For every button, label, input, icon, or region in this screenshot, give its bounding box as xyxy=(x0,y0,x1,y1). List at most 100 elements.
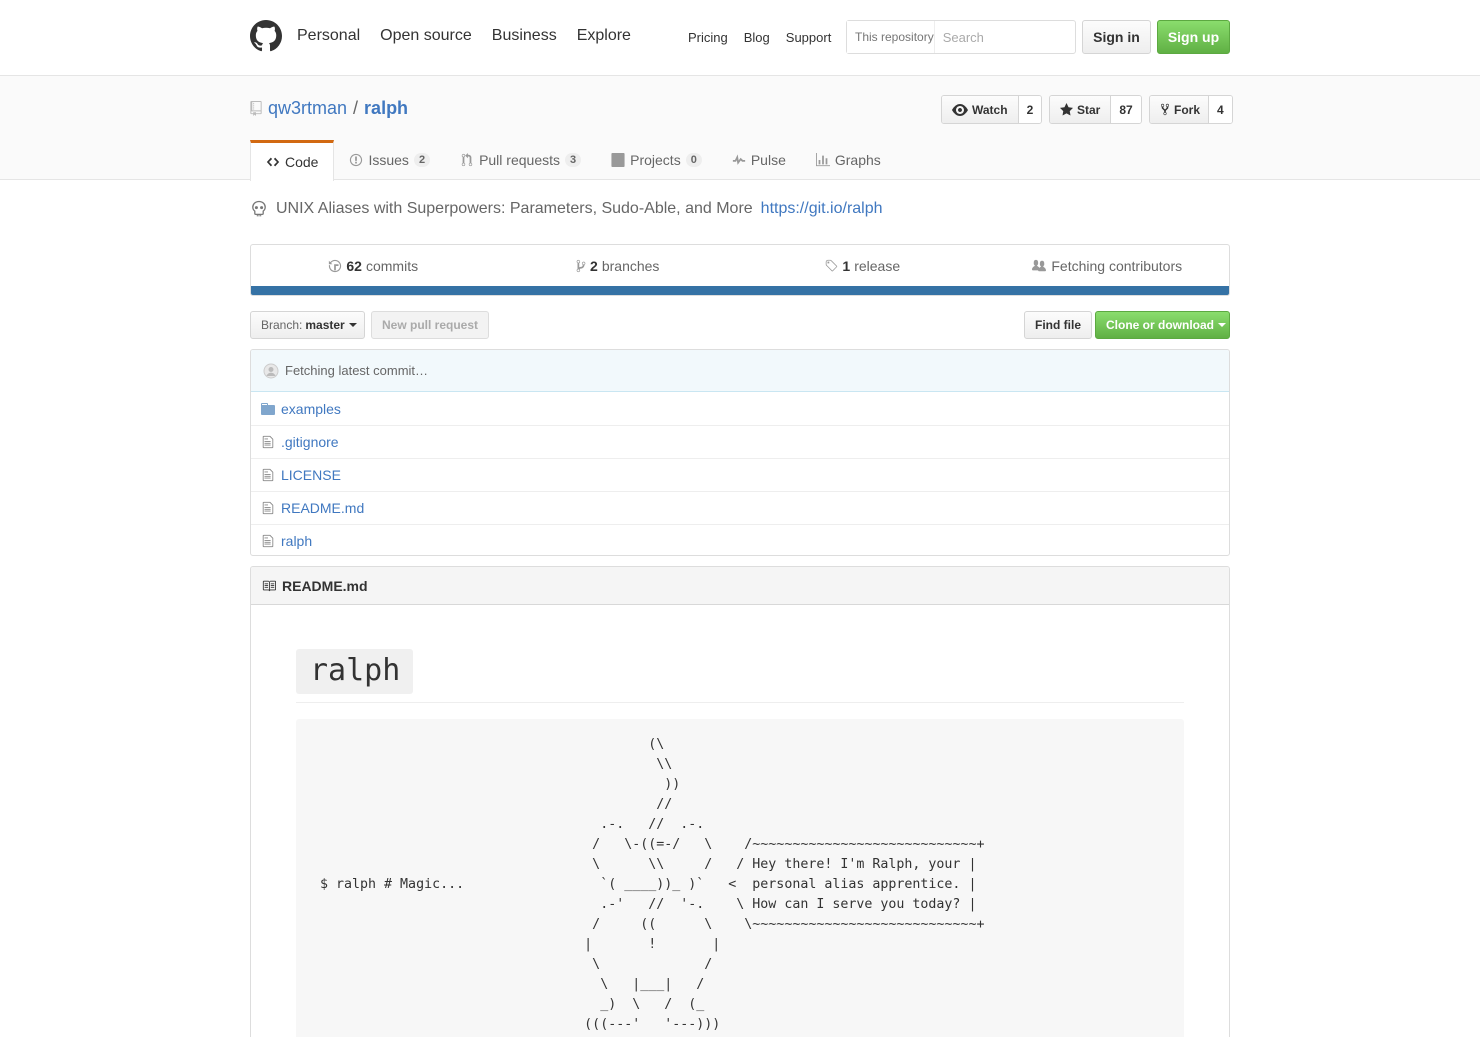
commits-label: commits xyxy=(365,258,419,274)
find-file-button[interactable]: Find file xyxy=(1024,311,1092,339)
tab-code[interactable]: Code xyxy=(250,140,335,181)
watch-label: Watch xyxy=(972,102,1008,117)
watch-count[interactable]: 2 xyxy=(1018,96,1042,123)
commit-tease: Fetching latest commit… xyxy=(251,350,1229,392)
folder-icon xyxy=(261,402,275,415)
tab-pull-requests[interactable]: Pull requests 3 xyxy=(445,140,596,180)
github-logo-icon[interactable] xyxy=(250,20,282,52)
file-link[interactable]: ralph xyxy=(281,533,312,549)
star-button[interactable]: Star xyxy=(1050,96,1112,123)
chevron-down-icon xyxy=(1218,323,1226,327)
language-bar[interactable] xyxy=(251,286,1229,295)
star-count[interactable]: 87 xyxy=(1111,96,1141,123)
issues-counter: 2 xyxy=(413,153,431,167)
nav-pricing[interactable]: Pricing xyxy=(688,30,728,45)
contributors-link[interactable]: Fetching contributors xyxy=(985,258,1230,274)
branch-prefix: Branch: xyxy=(261,318,303,332)
file-link[interactable]: LICENSE xyxy=(281,467,341,483)
nav-explore[interactable]: Explore xyxy=(577,27,631,45)
star-label: Star xyxy=(1077,102,1101,117)
repo-owner-link[interactable]: qw3rtman xyxy=(268,98,347,119)
branch-select-button[interactable]: Branch: master xyxy=(250,311,365,339)
watch-button[interactable]: Watch xyxy=(942,96,1019,123)
readme-filename: README.md xyxy=(282,577,368,594)
people-icon xyxy=(1032,259,1047,272)
nav-open-source[interactable]: Open source xyxy=(380,27,472,45)
fork-button[interactable]: Fork xyxy=(1150,96,1210,123)
readme-title-row: ralph xyxy=(296,649,1184,703)
fork-icon xyxy=(1160,103,1170,116)
main-nav: Personal Open source Business Explore xyxy=(297,27,631,45)
pull-requests-counter: 3 xyxy=(565,153,582,167)
nav-support[interactable]: Support xyxy=(786,30,832,45)
file-text-icon xyxy=(262,534,274,548)
fork-group: Fork 4 xyxy=(1149,95,1233,124)
issue-icon xyxy=(350,153,363,167)
file-row-ralph[interactable]: ralph xyxy=(251,524,1229,555)
file-row-license[interactable]: LICENSE xyxy=(251,458,1229,491)
search-scope-label[interactable]: This repository xyxy=(847,21,935,53)
tab-graphs[interactable]: Graphs xyxy=(801,140,896,180)
readme-header: README.md xyxy=(251,567,1229,605)
new-pull-request-button[interactable]: New pull request xyxy=(371,311,490,339)
description-text: UNIX Aliases with Superpowers: Parameter… xyxy=(276,200,753,217)
file-row-readme[interactable]: README.md xyxy=(251,491,1229,524)
clone-download-label: Clone or download xyxy=(1106,318,1214,332)
file-link[interactable]: .gitignore xyxy=(281,434,339,450)
tab-issues[interactable]: Issues 2 xyxy=(334,140,445,180)
star-icon xyxy=(1060,103,1073,116)
sign-in-button[interactable]: Sign in xyxy=(1082,20,1151,54)
skull-emoji-icon xyxy=(252,200,266,217)
clone-download-button[interactable]: Clone or download xyxy=(1095,311,1230,339)
repo-title: qw3rtman / ralph xyxy=(250,98,408,119)
graph-icon xyxy=(815,153,830,167)
tab-pulse[interactable]: Pulse xyxy=(717,140,801,180)
repo-header: qw3rtman / ralph Watch 2 Star 87 Fork 4 … xyxy=(0,76,1480,181)
readme-title: ralph xyxy=(296,649,414,694)
sign-up-button[interactable]: Sign up xyxy=(1157,20,1230,54)
spinner-icon xyxy=(263,363,279,378)
project-icon xyxy=(611,153,625,167)
nav-personal[interactable]: Personal xyxy=(297,27,360,45)
eye-icon xyxy=(952,103,968,116)
file-link[interactable]: examples xyxy=(281,401,341,417)
tag-icon xyxy=(826,259,838,272)
file-link[interactable]: README.md xyxy=(281,500,364,516)
repo-title-separator: / xyxy=(353,98,359,118)
commit-tease-text: Fetching latest commit… xyxy=(285,363,429,378)
readme-box: README.md ralph (\ \\ )) // .-. // .-. /… xyxy=(250,566,1230,1037)
commits-count: 62 xyxy=(346,258,362,274)
file-text-icon xyxy=(262,501,274,515)
repo-name-link[interactable]: ralph xyxy=(364,98,408,119)
releases-link[interactable]: 1 release xyxy=(740,258,985,274)
tab-projects[interactable]: Projects 0 xyxy=(596,140,717,180)
branches-count: 2 xyxy=(590,258,598,274)
nav-business[interactable]: Business xyxy=(492,27,557,45)
fork-count[interactable]: 4 xyxy=(1209,96,1232,123)
file-row-gitignore[interactable]: .gitignore xyxy=(251,425,1229,458)
branch-icon xyxy=(576,259,586,273)
file-row-examples[interactable]: examples xyxy=(251,392,1229,425)
commits-link[interactable]: 62 commits xyxy=(251,258,496,274)
branches-link[interactable]: 2 branches xyxy=(496,258,741,274)
star-group: Star 87 xyxy=(1049,95,1142,124)
projects-counter: 0 xyxy=(685,153,702,167)
pull-request-icon xyxy=(461,153,473,167)
repo-summary: 62 commits 2 branches 1 release Fetching… xyxy=(250,244,1230,296)
search-box: This repository xyxy=(846,20,1119,54)
nav-blog[interactable]: Blog xyxy=(744,30,770,45)
file-table: Fetching latest commit… examples .gitign… xyxy=(250,349,1230,556)
fork-label: Fork xyxy=(1174,102,1201,117)
code-icon xyxy=(266,157,280,167)
chevron-down-icon xyxy=(348,323,357,327)
watch-group: Watch 2 xyxy=(941,95,1043,124)
site-header: Personal Open source Business Explore Pr… xyxy=(0,0,1480,76)
pulse-icon xyxy=(732,154,745,165)
file-text-icon xyxy=(262,435,274,449)
description-homepage-link[interactable]: https://git.io/ralph xyxy=(761,200,883,218)
file-text-icon xyxy=(262,468,274,482)
tab-pull-requests-label: Pull requests xyxy=(479,152,560,168)
repo-description: UNIX Aliases with Superpowers: Parameter… xyxy=(250,200,883,218)
tab-pulse-label: Pulse xyxy=(750,152,786,168)
tab-projects-label: Projects xyxy=(630,152,681,168)
